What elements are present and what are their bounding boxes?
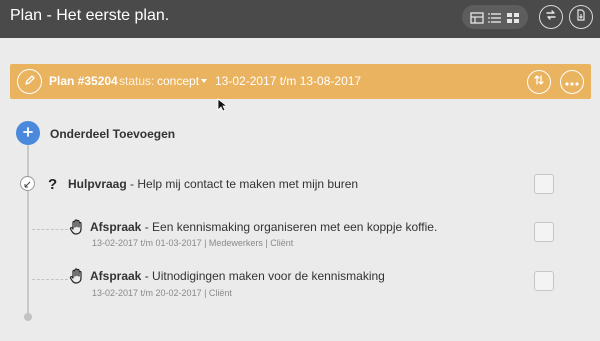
hulpvraag-checkbox[interactable]	[534, 174, 554, 194]
sort-icon	[533, 73, 545, 91]
list-icon[interactable]	[488, 11, 502, 23]
page-title: Plan - Het eerste plan.	[10, 7, 170, 24]
status-dropdown[interactable]: concept	[157, 74, 199, 88]
afspraak-meta: 13-02-2017 t/m 20-02-2017 | Cliënt	[92, 288, 232, 298]
afspraak-checkbox[interactable]	[534, 222, 554, 242]
add-section-label[interactable]: Onderdeel Toevoegen	[50, 127, 175, 141]
document-download-icon	[575, 8, 587, 26]
add-section-button[interactable]	[16, 121, 40, 145]
edit-plan-button[interactable]	[17, 69, 42, 94]
tree-end-node	[24, 313, 32, 321]
plan-dates: 13-02-2017 t/m 13-08-2017	[215, 74, 362, 88]
view-switcher	[462, 5, 528, 29]
sort-button[interactable]	[527, 70, 551, 94]
branch-connector	[32, 279, 68, 280]
afspraak-item[interactable]: Afspraak - Uitnodigingen maken voor de k…	[90, 269, 385, 283]
grid-icon[interactable]	[470, 11, 484, 24]
collapse-toggle[interactable]	[20, 176, 35, 191]
hulpvraag-item[interactable]: Hulpvraag - Help mij contact te maken me…	[68, 177, 358, 191]
collapse-icon	[24, 175, 31, 193]
afspraak-meta: 13-02-2017 t/m 01-03-2017 | Medewerkers …	[92, 238, 294, 248]
more-button[interactable]	[560, 70, 584, 94]
status-label: status:	[119, 74, 155, 88]
question-icon: ?	[48, 176, 58, 193]
hand-icon	[68, 267, 86, 285]
swap-icon	[545, 8, 557, 26]
chevron-down-icon[interactable]	[201, 79, 207, 83]
afspraak-item[interactable]: Afspraak - Een kennismaking organiseren …	[90, 220, 437, 234]
swap-button[interactable]	[539, 5, 563, 29]
tile-icon[interactable]	[506, 11, 520, 23]
top-bar: Plan - Het eerste plan.	[0, 0, 600, 38]
afspraak-checkbox[interactable]	[534, 271, 554, 291]
branch-connector	[32, 229, 68, 230]
tree-connector	[27, 145, 29, 318]
plus-icon	[23, 124, 33, 142]
hand-icon	[68, 218, 86, 236]
export-button[interactable]	[569, 5, 593, 29]
mouse-cursor-icon	[217, 98, 229, 112]
ellipsis-icon	[565, 73, 579, 91]
pencil-icon	[24, 73, 35, 91]
plan-id: Plan #35204	[49, 74, 118, 88]
plan-bar: Plan #35204 status: concept 13-02-2017 t…	[10, 64, 591, 99]
